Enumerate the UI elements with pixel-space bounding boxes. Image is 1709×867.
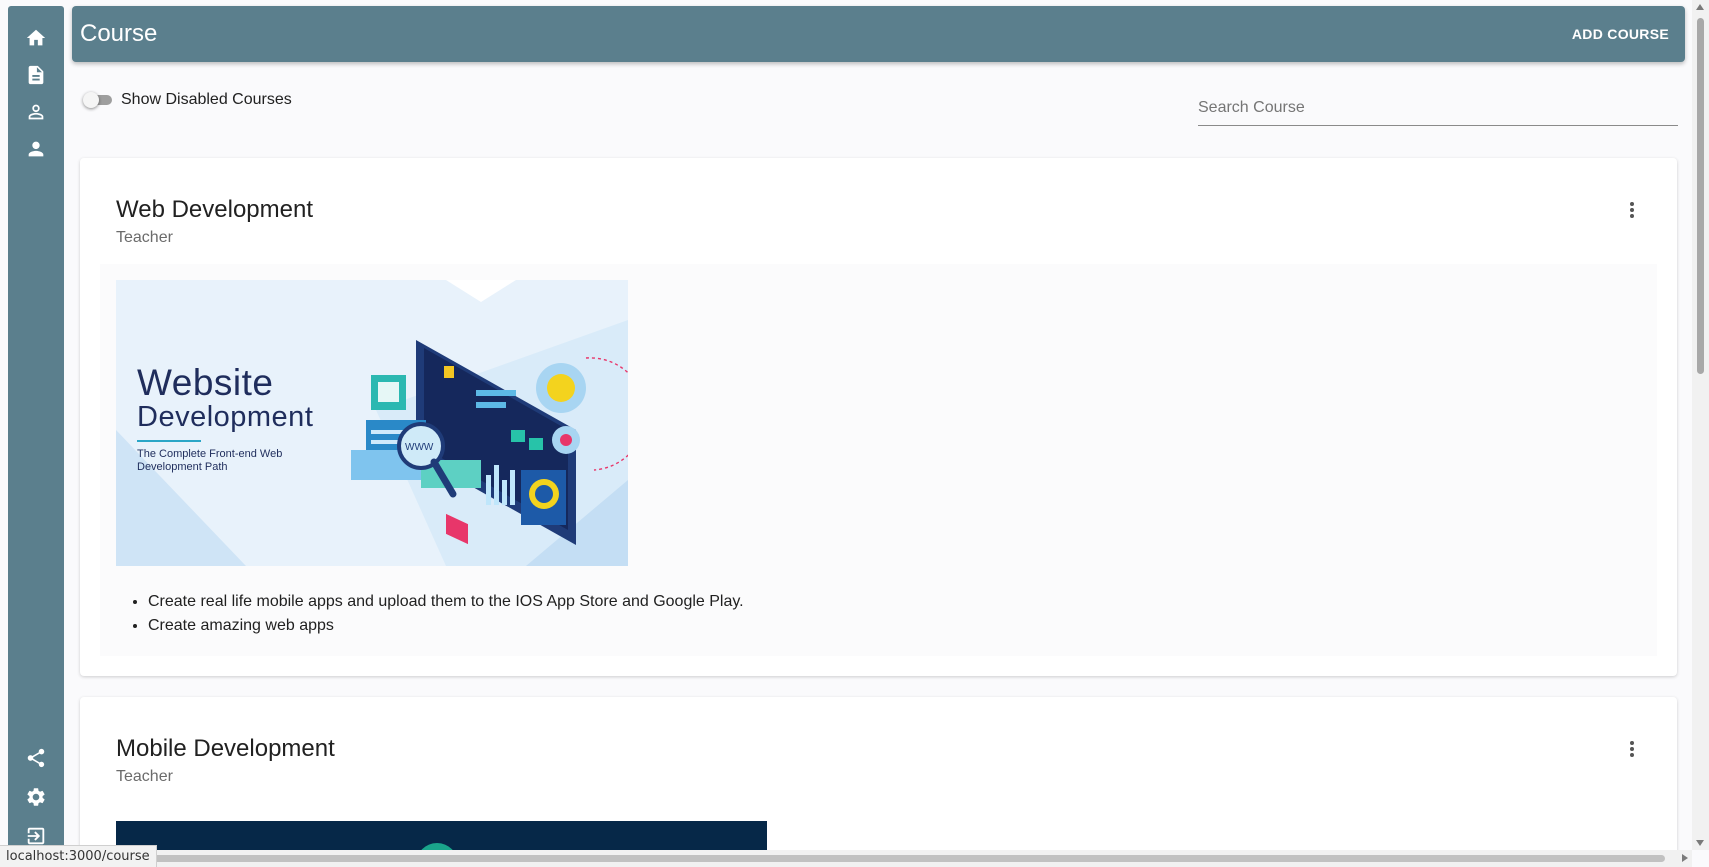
- person-outline-icon[interactable]: [24, 100, 48, 124]
- home-icon[interactable]: [24, 26, 48, 50]
- settings-icon[interactable]: [24, 785, 48, 809]
- show-disabled-toggle[interactable]: Show Disabled Courses: [83, 90, 292, 110]
- toggle-label: Show Disabled Courses: [121, 91, 292, 108]
- vertical-scrollbar[interactable]: [1692, 0, 1709, 850]
- toggle-thumb: [83, 92, 99, 108]
- course-card: Web Development Teacher WWW Website Deve…: [80, 158, 1677, 676]
- status-bar-url: localhost:3000/course: [0, 845, 157, 867]
- search-input[interactable]: [1198, 96, 1678, 126]
- document-icon[interactable]: [24, 63, 48, 87]
- image-underline: [137, 440, 201, 442]
- sidebar: [8, 6, 64, 864]
- scrollbar-thumb[interactable]: [150, 855, 1665, 862]
- share-icon[interactable]: [24, 746, 48, 770]
- image-tagline: The Complete Front-end Web Development P…: [137, 448, 283, 473]
- course-title[interactable]: Web Development: [116, 196, 313, 224]
- course-title[interactable]: Mobile Development: [116, 735, 335, 763]
- image-title-line1: Website: [137, 362, 274, 403]
- course-image: WWW Website Development The Complete Fro…: [116, 280, 628, 566]
- horizontal-scrollbar[interactable]: [0, 850, 1692, 867]
- scroll-right-icon[interactable]: [1682, 854, 1688, 862]
- toggle-switch[interactable]: [83, 90, 113, 110]
- course-card: Mobile Development Teacher: [80, 697, 1677, 867]
- scroll-down-icon[interactable]: [1696, 840, 1704, 846]
- scroll-up-icon[interactable]: [1696, 4, 1704, 10]
- course-role: Teacher: [116, 768, 173, 785]
- image-title-line2: Development: [137, 401, 314, 433]
- course-description: Create real life mobile apps and upload …: [148, 590, 744, 638]
- course-body: WWW Website Development The Complete Fro…: [100, 264, 1657, 656]
- more-options-icon[interactable]: [1627, 738, 1637, 760]
- app-bar: Course ADD COURSE: [72, 6, 1685, 62]
- page-title: Course: [80, 20, 158, 47]
- scrollbar-thumb[interactable]: [1697, 18, 1704, 374]
- person-icon[interactable]: [24, 137, 48, 161]
- add-course-button[interactable]: ADD COURSE: [1572, 26, 1669, 42]
- svg-text:WWW: WWW: [405, 442, 434, 453]
- more-options-icon[interactable]: [1627, 199, 1637, 221]
- list-item: Create amazing web apps: [148, 614, 744, 638]
- course-role: Teacher: [116, 229, 173, 246]
- list-item: Create real life mobile apps and upload …: [148, 590, 744, 614]
